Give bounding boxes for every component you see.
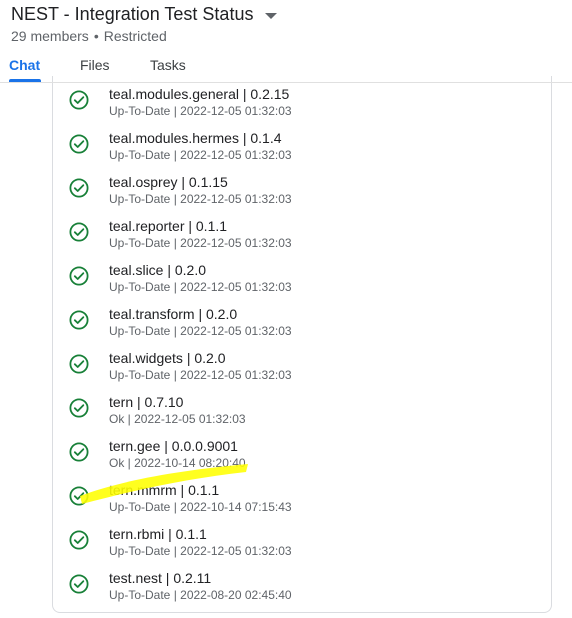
- package-row: test.nest | 0.2.11 Up-To-Date | 2022-08-2…: [53, 564, 551, 608]
- space-subtitle: 29 members • Restricted: [11, 28, 167, 44]
- package-status: Up-To-Date | 2022-12-05 01:32:03: [109, 192, 292, 206]
- package-status: Up-To-Date | 2022-12-05 01:32:03: [109, 280, 292, 294]
- package-status: Up-To-Date | 2022-10-14 07:15:43: [109, 500, 292, 514]
- package-status: Up-To-Date | 2022-12-05 01:32:03: [109, 368, 292, 382]
- package-status: Ok | 2022-12-05 01:32:03: [109, 412, 246, 426]
- package-row: teal.reporter | 0.1.1 Up-To-Date | 2022-1…: [53, 212, 551, 256]
- tab-chat[interactable]: Chat: [9, 57, 40, 73]
- package-row: tern.rbmi | 0.1.1 Up-To-Date | 2022-12-05…: [53, 520, 551, 564]
- subtitle-separator: •: [93, 28, 99, 44]
- package-row: teal.slice | 0.2.0 Up-To-Date | 2022-12-0…: [53, 256, 551, 300]
- package-row: teal.modules.general | 0.2.15 Up-To-Date …: [53, 80, 551, 124]
- check-circle-icon: [69, 90, 89, 110]
- check-circle-icon: [69, 134, 89, 154]
- package-name: tern.gee | 0.0.0.9001: [109, 438, 238, 454]
- package-row: teal.widgets | 0.2.0 Up-To-Date | 2022-12…: [53, 344, 551, 388]
- package-status: Up-To-Date | 2022-12-05 01:32:03: [109, 236, 292, 250]
- check-circle-icon: [69, 222, 89, 242]
- package-name: tern.rbmi | 0.1.1: [109, 526, 207, 542]
- check-circle-icon: [69, 530, 89, 550]
- package-status: Up-To-Date | 2022-12-05 01:32:03: [109, 148, 292, 162]
- chat-header: NEST - Integration Test Status 29 member…: [0, 0, 572, 82]
- package-name: teal.slice | 0.2.0: [109, 262, 207, 278]
- check-circle-icon: [69, 266, 89, 286]
- package-name: test.nest | 0.2.11: [109, 570, 212, 586]
- access-level: Restricted: [103, 28, 167, 44]
- package-row: tern.mmrm | 0.1.1 Up-To-Date | 2022-10-14…: [53, 476, 551, 520]
- tab-files[interactable]: Files: [80, 57, 110, 73]
- space-title-row[interactable]: NEST - Integration Test Status: [11, 4, 278, 25]
- package-row: tern.gee | 0.0.0.9001 Ok | 2022-10-14 08:…: [53, 432, 551, 476]
- package-status: Up-To-Date | 2022-08-20 02:45:40: [109, 588, 292, 602]
- check-circle-icon: [69, 442, 89, 462]
- package-name: teal.widgets | 0.2.0: [109, 350, 226, 366]
- package-status: Up-To-Date | 2022-12-05 01:32:03: [109, 544, 292, 558]
- tab-tasks[interactable]: Tasks: [150, 57, 186, 73]
- space-title[interactable]: NEST - Integration Test Status: [11, 4, 253, 25]
- package-name: teal.modules.hermes | 0.1.4: [109, 130, 282, 146]
- tabs-divider: [0, 82, 572, 83]
- package-status: Ok | 2022-10-14 08:20:40: [109, 456, 246, 470]
- package-name: tern.mmrm | 0.1.1: [109, 482, 220, 498]
- package-status: Up-To-Date | 2022-12-05 01:32:03: [109, 324, 292, 338]
- status-card: teal.modules.general | 0.2.15 Up-To-Date …: [52, 76, 552, 613]
- check-circle-icon: [69, 574, 89, 594]
- package-status: Up-To-Date | 2022-12-05 01:32:03: [109, 104, 292, 118]
- package-name: teal.osprey | 0.1.15: [109, 174, 228, 190]
- package-name: teal.modules.general | 0.2.15: [109, 86, 290, 102]
- package-row: teal.osprey | 0.1.15 Up-To-Date | 2022-12…: [53, 168, 551, 212]
- member-count[interactable]: 29 members: [11, 28, 89, 44]
- package-row: tern | 0.7.10 Ok | 2022-12-05 01:32:03: [53, 388, 551, 432]
- check-circle-icon: [69, 354, 89, 374]
- package-name: tern | 0.7.10: [109, 394, 184, 410]
- chevron-down-icon[interactable]: [265, 12, 278, 19]
- check-circle-icon: [69, 398, 89, 418]
- package-name: teal.reporter | 0.1.1: [109, 218, 228, 234]
- check-circle-icon: [69, 310, 89, 330]
- package-row: teal.transform | 0.2.0 Up-To-Date | 2022-…: [53, 300, 551, 344]
- package-row: teal.modules.hermes | 0.1.4 Up-To-Date | …: [53, 124, 551, 168]
- check-circle-icon: [69, 178, 89, 198]
- check-circle-icon: [69, 486, 89, 506]
- package-name: teal.transform | 0.2.0: [109, 306, 238, 322]
